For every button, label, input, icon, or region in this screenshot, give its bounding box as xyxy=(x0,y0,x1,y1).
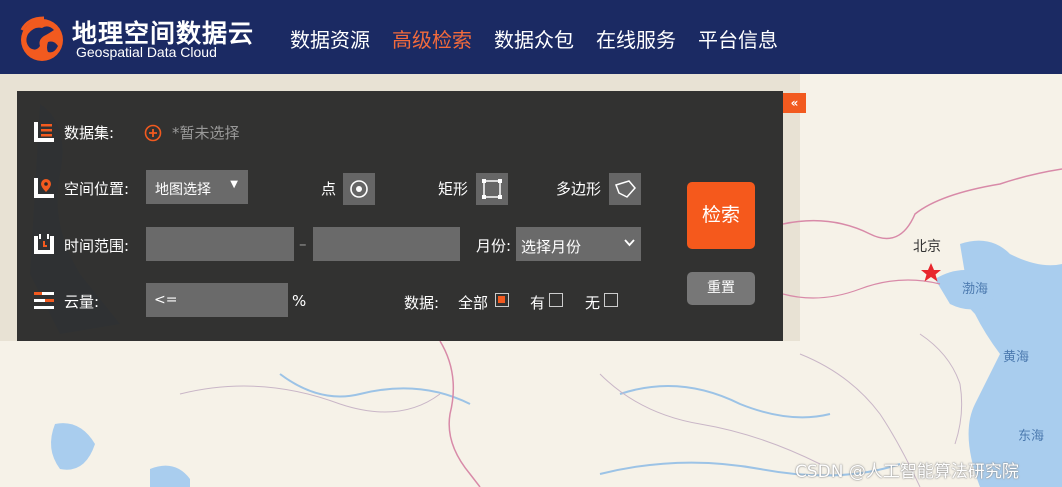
dataset-label: 数据集: xyxy=(64,124,115,142)
cloud-cover-label: 云量: xyxy=(64,293,100,311)
location-label: 空间位置: xyxy=(64,180,130,198)
collapse-panel-button[interactable]: « xyxy=(783,93,806,113)
watermark: CSDN @人工智能算法研究院 xyxy=(795,462,1019,482)
filter-all-label[interactable]: 全部 xyxy=(458,292,488,313)
map-label-donghai: 东海 xyxy=(1018,429,1045,444)
site-logo[interactable]: 地理空间数据云 Geospatial Data Cloud xyxy=(18,12,253,64)
logo-subtitle: Geospatial Data Cloud xyxy=(76,44,217,60)
top-header: 地理空间数据云 Geospatial Data Cloud 数据资源 高级检索 … xyxy=(0,0,1062,74)
main-nav: 数据资源 高级检索 数据众包 在线服务 平台信息 xyxy=(290,24,800,53)
polygon-label: 多边形 xyxy=(556,180,602,198)
search-button[interactable]: 检索 xyxy=(687,182,755,249)
cloud-cover-input[interactable]: <= xyxy=(146,283,288,317)
rectangle-tool-button[interactable] xyxy=(476,173,508,205)
nav-item-data-resources[interactable]: 数据资源 xyxy=(290,24,370,53)
end-date-input[interactable] xyxy=(313,227,460,261)
search-panel xyxy=(17,91,783,341)
filter-all-checkbox[interactable] xyxy=(495,293,509,307)
map-label-beijing: 北京 xyxy=(913,239,941,255)
nav-item-platform-info[interactable]: 平台信息 xyxy=(698,24,778,53)
point-label: 点 xyxy=(321,180,337,198)
location-method-select[interactable]: 地图选择 ▼ xyxy=(146,170,248,204)
date-separator: – xyxy=(299,235,307,253)
cloud-cover-value: <= xyxy=(154,292,178,308)
chevron-down-icon xyxy=(624,239,635,247)
filter-yes-label[interactable]: 有 xyxy=(530,292,545,313)
dataset-value[interactable]: *暂未选择 xyxy=(172,122,240,143)
time-range-label: 时间范围: xyxy=(64,237,130,255)
month-select-value: 选择月份 xyxy=(521,238,582,256)
rectangle-label: 矩形 xyxy=(438,180,469,198)
point-tool-button[interactable] xyxy=(343,173,375,205)
map-label-bohai: 渤海 xyxy=(962,282,989,297)
location-icon xyxy=(34,178,54,198)
cloud-cover-unit: % xyxy=(292,292,307,310)
reset-button[interactable]: 重置 xyxy=(687,272,755,305)
point-target-icon xyxy=(350,180,368,198)
nav-item-advanced-search[interactable]: 高级检索 xyxy=(392,24,472,53)
month-select[interactable]: 选择月份 xyxy=(516,227,641,261)
nav-item-crowdsourcing[interactable]: 数据众包 xyxy=(494,24,574,53)
data-filter-label: 数据: xyxy=(404,294,440,312)
filter-yes-checkbox[interactable] xyxy=(549,293,563,307)
polygon-tool-button[interactable] xyxy=(609,173,641,205)
location-method-value: 地图选择 xyxy=(155,182,211,198)
chevron-down-icon: ▼ xyxy=(230,179,238,190)
start-date-input[interactable] xyxy=(146,227,294,261)
map-label-huanghai: 黄海 xyxy=(1003,350,1030,365)
calendar-icon xyxy=(34,234,54,254)
dataset-icon xyxy=(34,122,54,142)
month-label: 月份: xyxy=(476,237,512,255)
polygon-icon xyxy=(615,180,636,198)
nav-item-online-services[interactable]: 在线服务 xyxy=(596,24,676,53)
add-dataset-icon[interactable] xyxy=(144,124,162,142)
globe-logo-icon xyxy=(20,16,63,61)
filter-no-checkbox[interactable] xyxy=(604,293,618,307)
filter-no-label[interactable]: 无 xyxy=(585,292,600,313)
cloud-cover-icon xyxy=(34,292,54,309)
rectangle-icon xyxy=(482,179,502,199)
